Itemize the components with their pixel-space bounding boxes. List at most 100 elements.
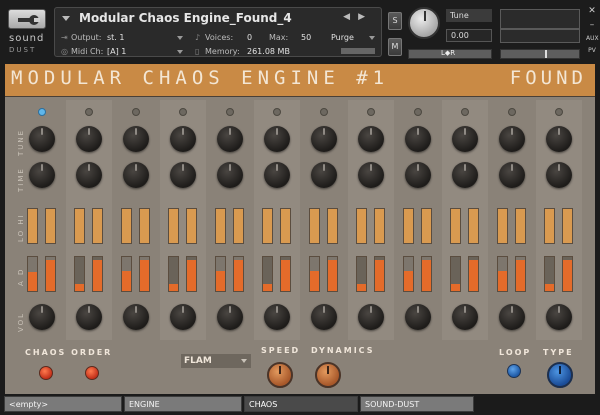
step-led[interactable] — [85, 108, 93, 116]
vol-knob[interactable] — [499, 304, 525, 330]
hi-slider[interactable] — [139, 208, 150, 244]
attack-slider[interactable] — [450, 256, 461, 292]
lo-slider[interactable] — [121, 208, 132, 244]
time-knob[interactable] — [358, 162, 384, 188]
attack-slider[interactable] — [403, 256, 414, 292]
prev-next-arrows[interactable]: ◀▶ — [343, 12, 373, 22]
vol-knob[interactable] — [546, 304, 572, 330]
time-knob[interactable] — [217, 162, 243, 188]
attack-slider[interactable] — [27, 256, 38, 292]
attack-slider[interactable] — [121, 256, 132, 292]
lo-slider[interactable] — [215, 208, 226, 244]
loop-led[interactable] — [507, 364, 521, 378]
hi-slider[interactable] — [92, 208, 103, 244]
step-led[interactable] — [132, 108, 140, 116]
time-knob[interactable] — [264, 162, 290, 188]
vol-knob[interactable] — [29, 304, 55, 330]
vol-knob[interactable] — [217, 304, 243, 330]
lo-slider[interactable] — [356, 208, 367, 244]
hi-slider[interactable] — [186, 208, 197, 244]
mute-button[interactable]: M — [388, 38, 402, 56]
step-led[interactable] — [226, 108, 234, 116]
vol-knob[interactable] — [264, 304, 290, 330]
step-led[interactable] — [461, 108, 469, 116]
time-knob[interactable] — [405, 162, 431, 188]
step-led[interactable] — [38, 108, 46, 116]
lo-slider[interactable] — [403, 208, 414, 244]
time-knob[interactable] — [499, 162, 525, 188]
tune-value[interactable]: 0.00 — [446, 29, 492, 42]
decay-slider[interactable] — [515, 256, 526, 292]
time-knob[interactable] — [452, 162, 478, 188]
step-led[interactable] — [320, 108, 328, 116]
tab-empty[interactable]: <empty> — [4, 396, 122, 412]
hi-slider[interactable] — [515, 208, 526, 244]
tune-knob[interactable] — [264, 126, 290, 152]
tune-knob[interactable] — [408, 7, 440, 39]
lo-slider[interactable] — [74, 208, 85, 244]
decay-slider[interactable] — [374, 256, 385, 292]
lo-slider[interactable] — [27, 208, 38, 244]
chaos-order-led-1[interactable] — [39, 366, 53, 380]
decay-slider[interactable] — [233, 256, 244, 292]
chaos-order-led-2[interactable] — [85, 366, 99, 380]
attack-slider[interactable] — [168, 256, 179, 292]
time-knob[interactable] — [123, 162, 149, 188]
tab-sound-dust[interactable]: SOUND-DUST — [360, 396, 474, 412]
decay-slider[interactable] — [45, 256, 56, 292]
output-dropdown-icon[interactable] — [177, 36, 183, 40]
tune-knob[interactable] — [405, 126, 431, 152]
hi-slider[interactable] — [45, 208, 56, 244]
attack-slider[interactable] — [356, 256, 367, 292]
aux-button[interactable]: AUX — [586, 34, 599, 44]
dynamics-knob[interactable] — [315, 362, 341, 388]
hi-slider[interactable] — [374, 208, 385, 244]
decay-slider[interactable] — [280, 256, 291, 292]
tune-knob[interactable] — [546, 126, 572, 152]
tab-engine[interactable]: ENGINE — [124, 396, 242, 412]
attack-slider[interactable] — [309, 256, 320, 292]
step-led[interactable] — [555, 108, 563, 116]
decay-slider[interactable] — [92, 256, 103, 292]
vol-knob[interactable] — [452, 304, 478, 330]
decay-slider[interactable] — [186, 256, 197, 292]
step-led[interactable] — [508, 108, 516, 116]
step-led[interactable] — [367, 108, 375, 116]
attack-slider[interactable] — [497, 256, 508, 292]
vol-knob[interactable] — [170, 304, 196, 330]
hi-slider[interactable] — [421, 208, 432, 244]
tune-knob[interactable] — [452, 126, 478, 152]
hi-slider[interactable] — [327, 208, 338, 244]
step-led[interactable] — [273, 108, 281, 116]
decay-slider[interactable] — [327, 256, 338, 292]
tune-knob[interactable] — [123, 126, 149, 152]
wrench-button[interactable] — [8, 9, 46, 29]
midi-dropdown-icon[interactable] — [177, 50, 183, 54]
type-knob[interactable] — [547, 362, 573, 388]
tune-knob[interactable] — [217, 126, 243, 152]
solo-button[interactable]: S — [388, 12, 402, 30]
output-value[interactable]: st. 1 — [107, 33, 124, 42]
volume-slider[interactable] — [500, 49, 580, 59]
volume-handle[interactable] — [545, 50, 547, 58]
tab-chaos[interactable]: CHAOS — [244, 396, 358, 412]
time-knob[interactable] — [546, 162, 572, 188]
vol-knob[interactable] — [311, 304, 337, 330]
tune-knob[interactable] — [29, 126, 55, 152]
decay-slider[interactable] — [468, 256, 479, 292]
step-led[interactable] — [179, 108, 187, 116]
lo-slider[interactable] — [497, 208, 508, 244]
hi-slider[interactable] — [562, 208, 573, 244]
decay-slider[interactable] — [421, 256, 432, 292]
minimize-icon[interactable]: – — [586, 20, 598, 30]
lo-slider[interactable] — [544, 208, 555, 244]
hi-slider[interactable] — [233, 208, 244, 244]
purge-menu[interactable]: Purge — [331, 33, 354, 42]
decay-slider[interactable] — [562, 256, 573, 292]
vol-knob[interactable] — [405, 304, 431, 330]
hi-slider[interactable] — [468, 208, 479, 244]
tune-knob[interactable] — [170, 126, 196, 152]
flam-dropdown[interactable]: FLAM — [181, 354, 251, 368]
attack-slider[interactable] — [215, 256, 226, 292]
time-knob[interactable] — [29, 162, 55, 188]
